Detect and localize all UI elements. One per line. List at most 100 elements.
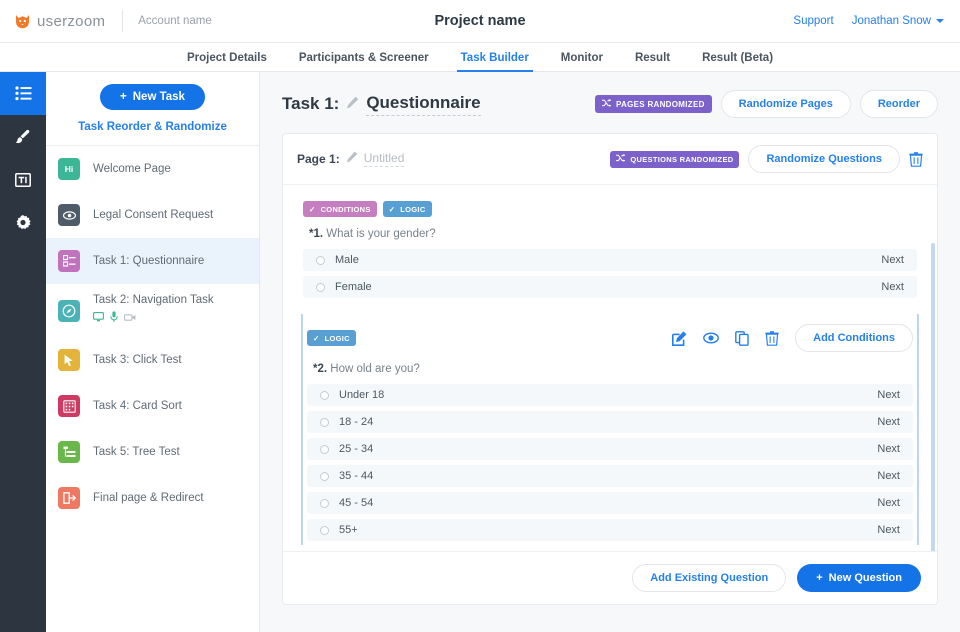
task-list-header: + New Task Task Reorder & Randomize [46,72,259,146]
check-icon: ✓ [309,204,316,214]
answer-next-label[interactable]: Next [877,416,900,428]
shuffle-icon [616,154,626,164]
rail-item-text[interactable] [0,158,46,201]
preview-eye-icon[interactable] [703,332,720,344]
new-task-button[interactable]: + New Task [100,84,205,110]
user-menu[interactable]: Jonathan Snow [852,15,944,27]
radio-icon[interactable] [320,471,329,481]
question-1-badges: ✓ CONDITIONS ✓ LOGIC [303,201,917,217]
question-block-2: ✓ LOGIC Add Conditions *2. How old are y… [301,314,919,545]
brush-icon [15,129,31,145]
question-1-text: What is your gender? [326,228,436,240]
cursor-tile-icon [58,349,80,371]
body: + New Task Task Reorder & Randomize Hi W… [0,72,960,632]
answer-next-label[interactable]: Next [881,254,904,266]
answer-row[interactable]: 35 - 44 Next [307,465,913,487]
sidebar-item-task-5-tree-test[interactable]: Task 5: Tree Test [46,429,259,475]
brand-divider [122,10,124,32]
conditions-badge[interactable]: ✓ CONDITIONS [303,201,377,217]
add-conditions-button[interactable]: Add Conditions [795,324,913,352]
sidebar-item-task-2-navigation[interactable]: Task 2: Navigation Task [46,284,259,337]
page-scrollbar[interactable] [931,243,935,551]
answer-row[interactable]: 55+ Next [307,519,913,541]
answer-label: 35 - 44 [339,470,374,482]
answer-row[interactable]: Under 18 Next [307,384,913,406]
sidebar-item-task-1-questionnaire[interactable]: Task 1: Questionnaire [46,238,259,284]
radio-icon[interactable] [320,444,329,454]
task-header: Task 1: Questionnaire PAGES RANDOMIZED R… [282,90,938,118]
answer-next-label[interactable]: Next [877,470,900,482]
sidebar-item-task-4-card-sort[interactable]: Task 4: Card Sort [46,383,259,429]
radio-icon[interactable] [316,255,325,265]
tab-result-beta[interactable]: Result (Beta) [686,52,789,72]
pencil-icon[interactable] [346,94,359,114]
logic-badge[interactable]: ✓ LOGIC [382,201,432,217]
compass-tile-icon [58,299,80,322]
answer-label: Female [335,281,372,293]
new-question-label: New Question [828,572,902,584]
tree-tile-icon [58,441,80,463]
randomize-pages-button[interactable]: Randomize Pages [720,90,851,118]
answer-next-label[interactable]: Next [877,389,900,401]
tab-project-details[interactable]: Project Details [171,52,283,72]
answer-label: 55+ [339,524,358,536]
answer-row[interactable]: 25 - 34 Next [307,438,913,460]
answer-next-label[interactable]: Next [877,497,900,509]
task-name[interactable]: Questionnaire [366,93,481,116]
task-title-prefix: Task 1: [282,94,340,113]
gear-icon [15,214,31,231]
form-tile-icon [58,250,80,272]
answer-row[interactable]: Female Next [303,276,917,298]
sidebar-item-legal-consent[interactable]: Legal Consent Request [46,192,259,238]
radio-icon[interactable] [320,498,329,508]
tab-result[interactable]: Result [619,52,686,72]
task-reorder-randomize-link[interactable]: Task Reorder & Randomize [78,121,227,133]
rail-item-settings[interactable] [0,201,46,244]
answer-row[interactable]: 45 - 54 Next [307,492,913,514]
randomize-questions-button[interactable]: Randomize Questions [748,145,900,173]
answer-next-label[interactable]: Next [881,281,904,293]
answer-next-label[interactable]: Next [877,443,900,455]
list-icon [14,86,32,101]
pencil-icon[interactable] [346,150,358,168]
radio-icon[interactable] [316,282,325,292]
video-camera-icon [123,309,136,327]
reorder-button[interactable]: Reorder [859,90,938,118]
trash-icon[interactable] [909,151,923,167]
nav-tabs: Project Details Participants & Screener … [0,43,960,72]
question-2-tools: Add Conditions [672,324,913,352]
answer-row[interactable]: Male Next [303,249,917,271]
support-link[interactable]: Support [793,15,833,27]
task-item-label: Welcome Page [93,163,171,175]
new-question-button[interactable]: + New Question [797,564,921,592]
sidebar-item-task-3-click-test[interactable]: Task 3: Click Test [46,337,259,383]
main-panel: Task 1: Questionnaire PAGES RANDOMIZED R… [260,72,960,632]
radio-icon[interactable] [320,525,329,535]
answer-label: 18 - 24 [339,416,374,428]
page-name-input[interactable]: Untitled [363,151,405,167]
rail-item-design[interactable] [0,115,46,158]
question-2-toolbar: ✓ LOGIC Add Conditions [307,324,913,352]
sidebar-item-final-page-redirect[interactable]: Final page & Redirect [46,475,259,521]
question-2-text: How old are you? [330,363,420,375]
radio-icon[interactable] [320,417,329,427]
tab-task-builder[interactable]: Task Builder [445,52,545,72]
task-item-label: Task 4: Card Sort [93,400,182,412]
tab-monitor[interactable]: Monitor [545,52,619,72]
sidebar-item-welcome-page[interactable]: Hi Welcome Page [46,146,259,192]
radio-icon[interactable] [320,390,329,400]
brand[interactable]: userzoom [14,13,105,30]
rail-item-tasks[interactable] [0,72,46,115]
brand-name: userzoom [37,12,106,30]
add-existing-question-button[interactable]: Add Existing Question [632,564,787,592]
scrollbar-thumb[interactable] [931,243,935,551]
trash-icon[interactable] [765,330,779,346]
logic-badge[interactable]: ✓ LOGIC [307,330,356,346]
edit-icon[interactable] [672,330,687,346]
tab-participants-screener[interactable]: Participants & Screener [283,52,445,72]
answer-next-label[interactable]: Next [877,524,900,536]
answer-row[interactable]: 18 - 24 Next [307,411,913,433]
duplicate-icon[interactable] [735,330,749,346]
fox-logo-icon [14,13,31,30]
microphone-icon [110,309,118,327]
